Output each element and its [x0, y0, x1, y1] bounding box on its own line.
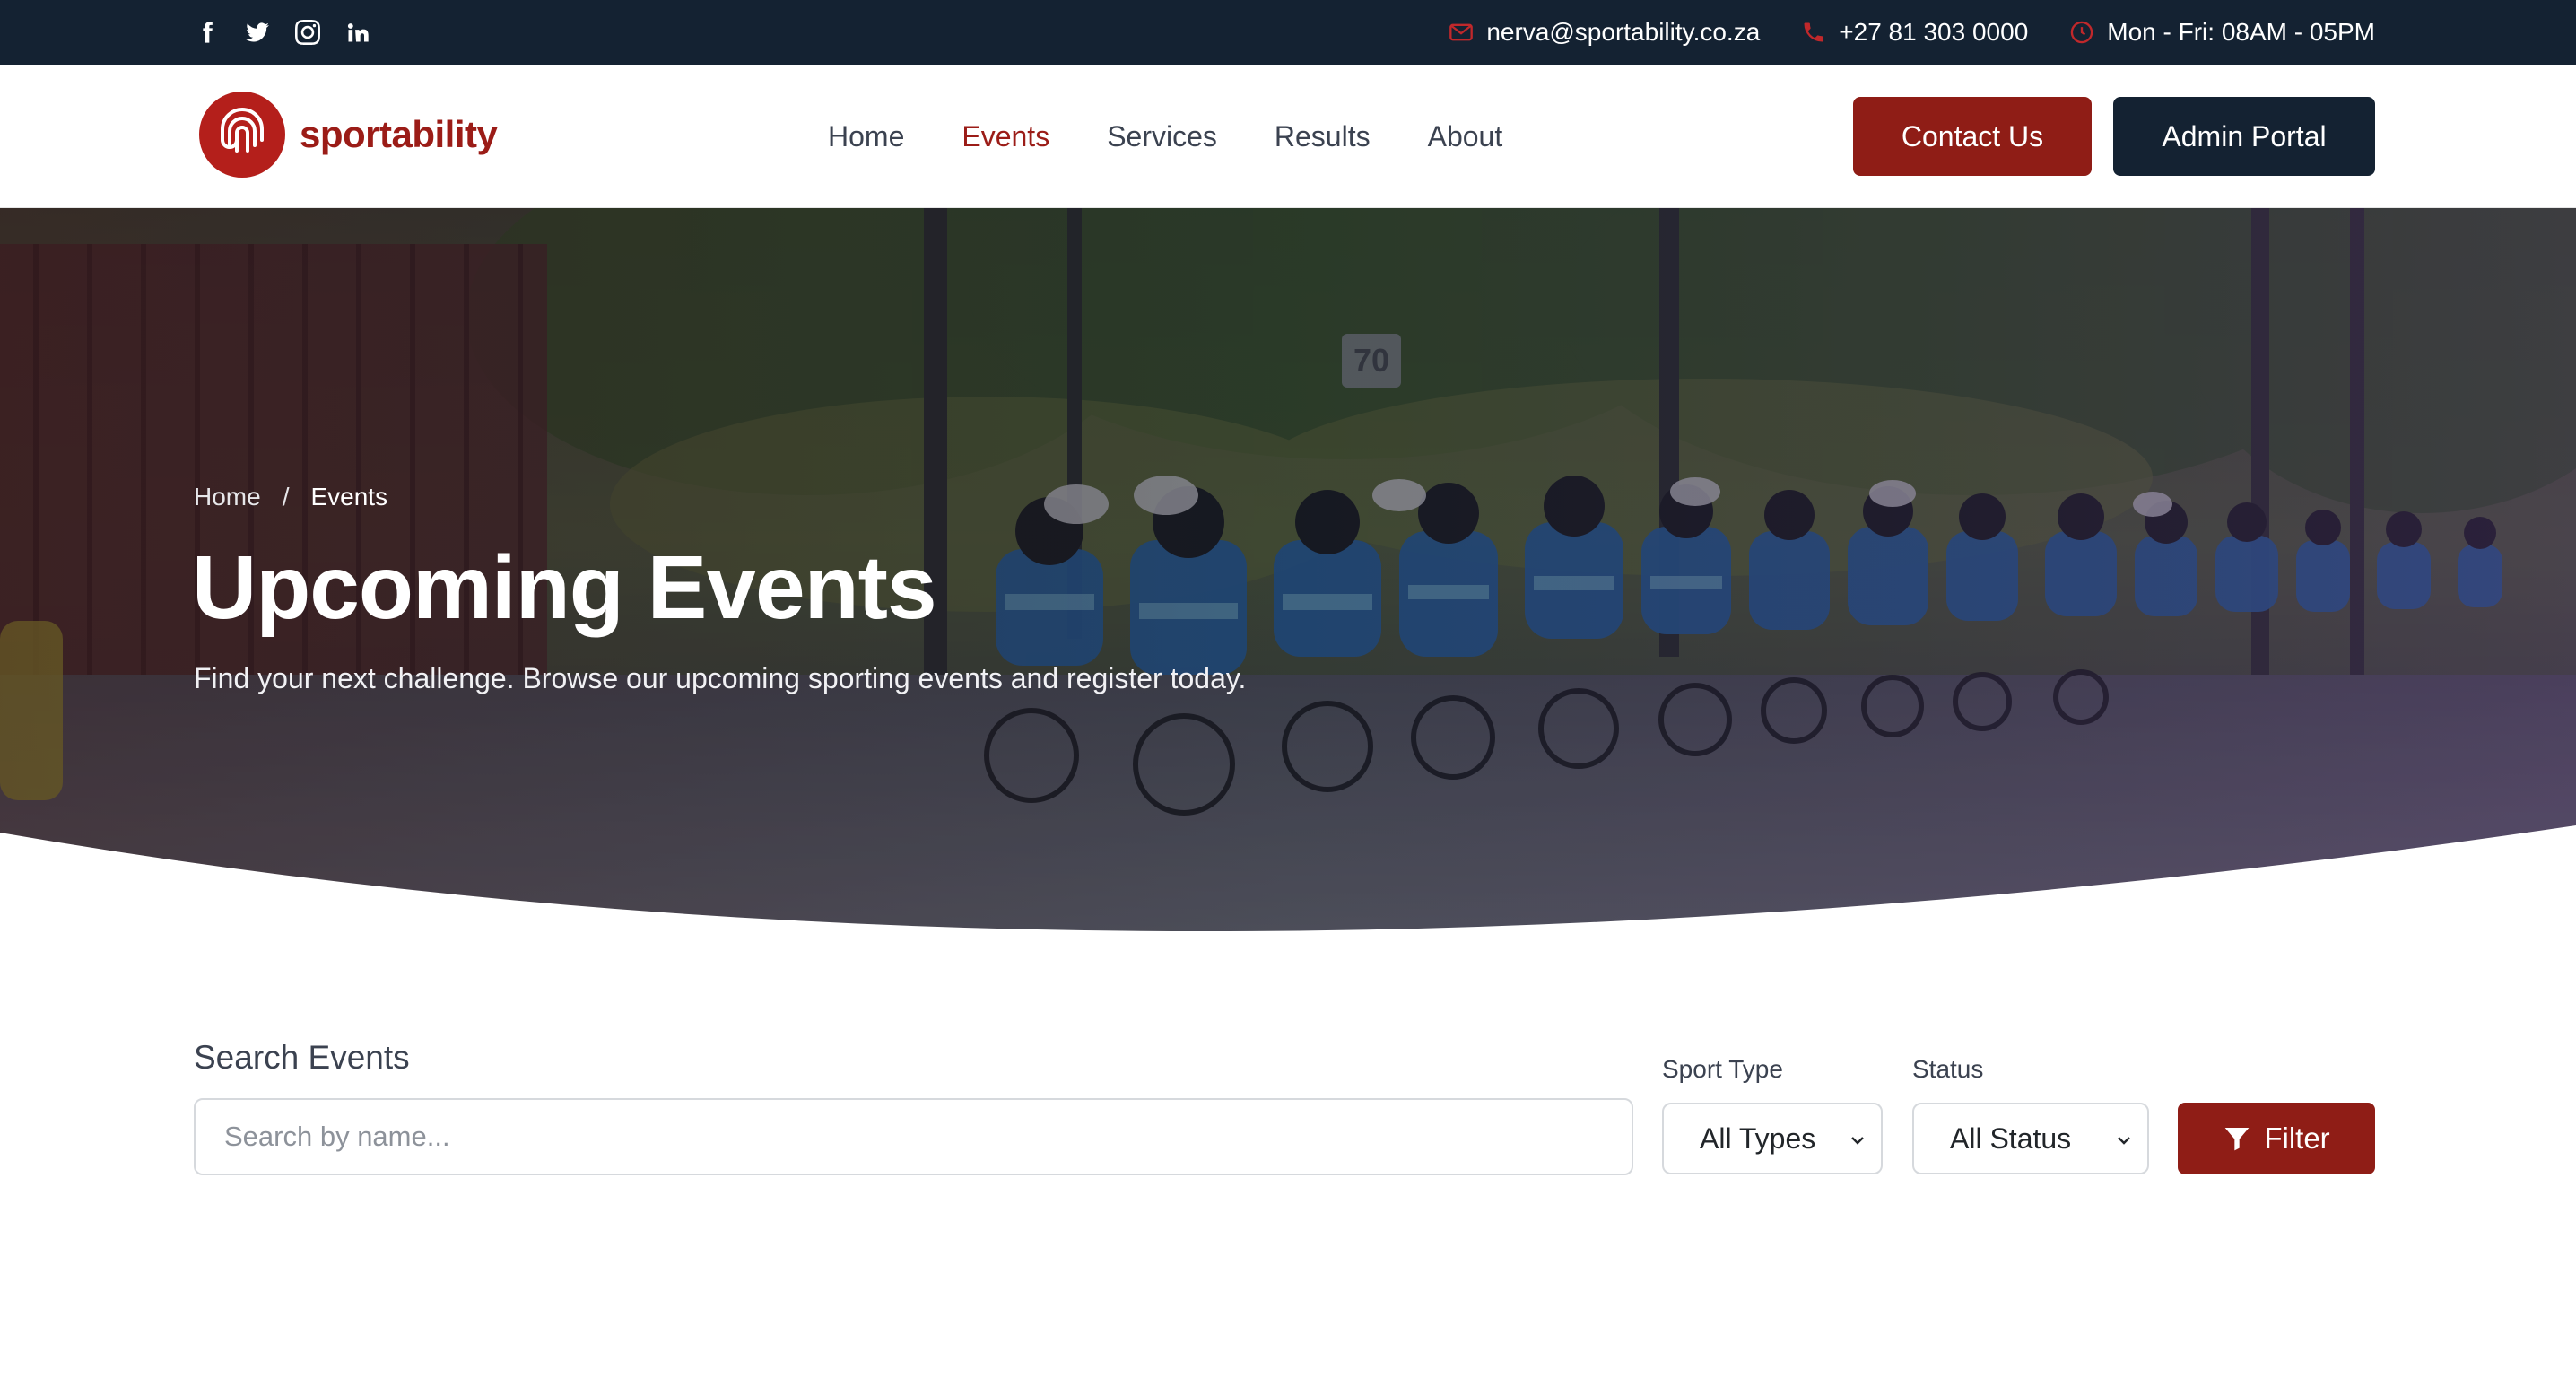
- breadcrumb-home[interactable]: Home: [194, 483, 261, 511]
- hours-info: Mon - Fri: 08AM - 05PM: [2069, 18, 2375, 47]
- sport-type-value: All Types: [1700, 1121, 1816, 1155]
- page-title: Upcoming Events: [192, 537, 937, 638]
- clock-icon: [2071, 21, 2093, 44]
- filter-label: Filter: [2264, 1121, 2330, 1155]
- envelope-icon: [1449, 23, 1474, 41]
- sport-type-select[interactable]: All Types: [1662, 1103, 1883, 1174]
- sportability-logo-icon: [199, 92, 285, 178]
- brand-logo[interactable]: sportability: [197, 90, 498, 179]
- admin-portal-button[interactable]: Admin Portal: [2113, 97, 2375, 176]
- hero-banner: 70: [0, 208, 2576, 944]
- status-value: All Status: [1950, 1121, 2072, 1155]
- search-input[interactable]: [194, 1098, 1633, 1175]
- breadcrumb-separator: /: [282, 483, 290, 510]
- nav-about[interactable]: About: [1428, 120, 1503, 153]
- hours-text: Mon - Fri: 08AM - 05PM: [2107, 18, 2375, 46]
- contact-info: nerva@sportability.co.za +27 81 303 0000…: [1449, 0, 2375, 65]
- brand-name: sportability: [300, 113, 498, 155]
- chevron-down-icon: [1851, 1137, 1864, 1145]
- breadcrumb-current: Events: [310, 483, 388, 510]
- phone-icon: [1804, 22, 1823, 42]
- search-label: Search Events: [194, 1039, 410, 1076]
- nav-events[interactable]: Events: [962, 120, 1049, 153]
- page-subtitle: Find your next challenge. Browse our upc…: [194, 662, 1247, 694]
- facebook-icon[interactable]: [194, 19, 221, 46]
- funnel-icon: [2224, 1128, 2250, 1151]
- email-text: nerva@sportability.co.za: [1486, 18, 1761, 46]
- phone-text: +27 81 303 0000: [1839, 18, 2029, 46]
- instagram-icon[interactable]: [294, 19, 321, 46]
- chevron-down-icon: [2118, 1137, 2130, 1145]
- linkedin-icon[interactable]: [344, 19, 371, 46]
- primary-nav: Home Events Services Results About: [828, 65, 1502, 208]
- contact-us-button[interactable]: Contact Us: [1853, 97, 2092, 176]
- email-info[interactable]: nerva@sportability.co.za: [1449, 18, 1760, 47]
- social-links: [194, 0, 371, 65]
- status-label: Status: [1912, 1055, 1984, 1083]
- nav-results[interactable]: Results: [1275, 120, 1371, 153]
- main-navbar: sportability Home Events Services Result…: [0, 65, 2576, 208]
- phone-info[interactable]: +27 81 303 0000: [1801, 18, 2028, 47]
- twitter-icon[interactable]: [244, 19, 271, 46]
- filter-button[interactable]: Filter: [2178, 1103, 2375, 1174]
- breadcrumb: Home / Events: [194, 483, 387, 511]
- nav-services[interactable]: Services: [1107, 120, 1217, 153]
- nav-home[interactable]: Home: [828, 120, 904, 153]
- top-bar: nerva@sportability.co.za +27 81 303 0000…: [0, 0, 2576, 65]
- sport-type-label: Sport Type: [1662, 1055, 1783, 1083]
- status-select[interactable]: All Status: [1912, 1103, 2149, 1174]
